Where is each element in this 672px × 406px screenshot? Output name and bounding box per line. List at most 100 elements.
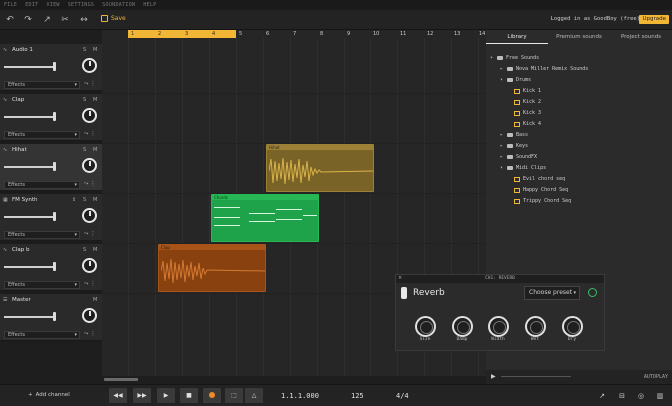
volume-fader-thumb[interactable] xyxy=(53,262,56,271)
tab-project-sounds[interactable]: Project sounds xyxy=(610,30,672,44)
autoplay-toggle[interactable]: AUTOPLAY xyxy=(644,374,668,380)
power-icon[interactable] xyxy=(588,288,597,297)
volume-fader-thumb[interactable] xyxy=(53,162,56,171)
pan-knob[interactable] xyxy=(82,108,97,123)
rewind-button[interactable]: ◀◀ xyxy=(109,388,127,403)
mute-button[interactable]: M xyxy=(93,247,97,253)
tree-file-kick-4[interactable]: Kick 4 xyxy=(514,121,541,127)
volume-fader-thumb[interactable] xyxy=(53,112,56,121)
pan-knob[interactable] xyxy=(82,258,97,273)
volume-fader[interactable] xyxy=(4,116,56,118)
dry-knob[interactable] xyxy=(562,316,583,337)
close-icon[interactable]: × xyxy=(398,275,402,281)
tree-folder-keys[interactable]: ▸ Keys xyxy=(500,143,528,149)
loop-toggle-button[interactable]: ⬚ xyxy=(225,388,243,403)
automation-icon[interactable]: ⤳ ⋮ xyxy=(84,331,96,338)
damp-knob[interactable] xyxy=(452,316,473,337)
tree-file-evil-chord-seq[interactable]: Evil chord seq xyxy=(514,176,565,182)
tree-file-kick-2[interactable]: Kick 2 xyxy=(514,99,541,105)
save-button[interactable]: Save xyxy=(101,15,126,22)
volume-fader-thumb[interactable] xyxy=(53,312,56,321)
tree-folder-soundfx[interactable]: ▸ SoundFX xyxy=(500,154,537,160)
track-fm-synth[interactable]: ▦ FM Synth ⇕ S M Effects ▾ ⤳ ⋮ xyxy=(0,194,102,242)
play-button[interactable]: ▶ xyxy=(157,388,175,403)
fast-forward-button[interactable]: ▶▶ xyxy=(133,388,151,403)
stretch-tool-icon[interactable]: ↔ xyxy=(78,14,90,26)
tree-folder-midi-clips[interactable]: ▾ Midi Clips xyxy=(500,165,546,171)
automation-icon[interactable]: ⤳ ⋮ xyxy=(84,281,96,288)
volume-fader[interactable] xyxy=(4,66,56,68)
effects-dropdown[interactable]: Effects ▾ xyxy=(4,281,80,289)
mute-button[interactable]: M xyxy=(93,97,97,103)
redo-icon[interactable]: ↷ xyxy=(22,14,34,26)
volume-fader-thumb[interactable] xyxy=(53,62,56,71)
add-channel-button[interactable]: + Add channel xyxy=(28,392,70,398)
effects-dropdown[interactable]: Effects ▾ xyxy=(4,131,80,139)
midi-note[interactable] xyxy=(249,213,275,214)
position-display[interactable]: 1.1.1.000 xyxy=(281,392,319,400)
solo-button[interactable]: S xyxy=(83,47,86,53)
solo-button[interactable]: S xyxy=(83,197,86,203)
midi-note[interactable] xyxy=(276,219,302,220)
mute-button[interactable]: M xyxy=(93,47,97,53)
time-signature-display[interactable]: 4/4 xyxy=(396,392,409,400)
track-clap[interactable]: ∿ Clap S M Effects ▾ ⤳ ⋮ xyxy=(0,94,102,142)
menu-view[interactable]: VIEW xyxy=(47,2,60,8)
mixer-icon[interactable]: ⊟ xyxy=(617,391,627,401)
pan-knob[interactable] xyxy=(82,58,97,73)
wet-knob[interactable] xyxy=(525,316,546,337)
mute-button[interactable]: M xyxy=(93,147,97,153)
tempo-display[interactable]: 125 xyxy=(351,392,364,400)
solo-button[interactable]: S xyxy=(83,247,86,253)
piano-icon[interactable]: ▥ xyxy=(655,391,665,401)
midi-note[interactable] xyxy=(214,225,240,226)
track-hihat[interactable]: ∿ Hihat S M Effects ▾ ⤳ ⋮ xyxy=(0,144,102,192)
midi-note[interactable] xyxy=(214,207,240,208)
menu-settings[interactable]: SETTINGS xyxy=(68,2,94,8)
preview-progress[interactable] xyxy=(501,376,571,377)
tree-file-happy-chord-seq[interactable]: Happy Chord Seq xyxy=(514,187,568,193)
size-knob[interactable] xyxy=(415,316,436,337)
solo-button[interactable]: S xyxy=(83,97,86,103)
volume-fader-thumb[interactable] xyxy=(53,212,56,221)
metronome-button[interactable]: △ xyxy=(245,388,263,403)
midi-note[interactable] xyxy=(214,217,240,218)
mute-button[interactable]: M xyxy=(93,197,97,203)
menu-file[interactable]: FILE xyxy=(4,2,17,8)
volume-fader[interactable] xyxy=(4,216,56,218)
pointer-tool-icon[interactable]: ↗ xyxy=(41,14,53,26)
audio-clip-clap[interactable]: Clap xyxy=(158,244,266,292)
tree-file-trippy-chord-seq[interactable]: Trippy Chord Seq xyxy=(514,198,571,204)
tree-folder-drums[interactable]: ▾ Drums xyxy=(500,77,531,83)
horizontal-scrollbar[interactable] xyxy=(102,376,486,384)
expand-icon[interactable]: ↗ xyxy=(597,391,607,401)
automation-icon[interactable]: ⤳ ⋮ xyxy=(84,81,96,88)
track-master[interactable]: ☰ Master M Effects ▾ ⤳ ⋮ xyxy=(0,294,102,342)
audio-clip-hihat[interactable]: Hihat xyxy=(266,144,374,192)
menu-soundation[interactable]: SOUNDATION xyxy=(102,2,135,8)
undo-icon[interactable]: ↶ xyxy=(4,14,16,26)
midi-note[interactable] xyxy=(276,209,302,210)
effects-dropdown[interactable]: Effects ▾ xyxy=(4,181,80,189)
solo-button[interactable]: S xyxy=(83,147,86,153)
tab-library[interactable]: Library xyxy=(486,30,548,44)
pan-knob[interactable] xyxy=(82,308,97,323)
midi-note[interactable] xyxy=(249,221,275,222)
effects-dropdown[interactable]: Effects ▾ xyxy=(4,81,80,89)
effects-icon[interactable]: ◎ xyxy=(636,391,646,401)
pan-knob[interactable] xyxy=(82,208,97,223)
tab-premium-sounds[interactable]: Premium sounds xyxy=(548,30,610,44)
automation-icon[interactable]: ⤳ ⋮ xyxy=(84,231,96,238)
track-audio-1[interactable]: ∿ Audio 1 S M Effects ▾ ⤳ ⋮ xyxy=(0,44,102,92)
preset-dropdown[interactable]: Choose preset ▾ xyxy=(524,286,580,300)
record-arm-icon[interactable]: ⇕ xyxy=(72,197,76,203)
tree-folder-nova-miller[interactable]: ▸ Nova Miller Remix Sounds xyxy=(500,66,588,72)
tree-file-kick-3[interactable]: Kick 3 xyxy=(514,110,541,116)
effects-dropdown[interactable]: Effects ▾ xyxy=(4,231,80,239)
width-knob[interactable] xyxy=(488,316,509,337)
volume-fader[interactable] xyxy=(4,266,56,268)
tree-file-kick-1[interactable]: Kick 1 xyxy=(514,88,541,94)
volume-fader[interactable] xyxy=(4,316,56,318)
upgrade-button[interactable]: Upgrade xyxy=(639,15,669,24)
pan-knob[interactable] xyxy=(82,158,97,173)
